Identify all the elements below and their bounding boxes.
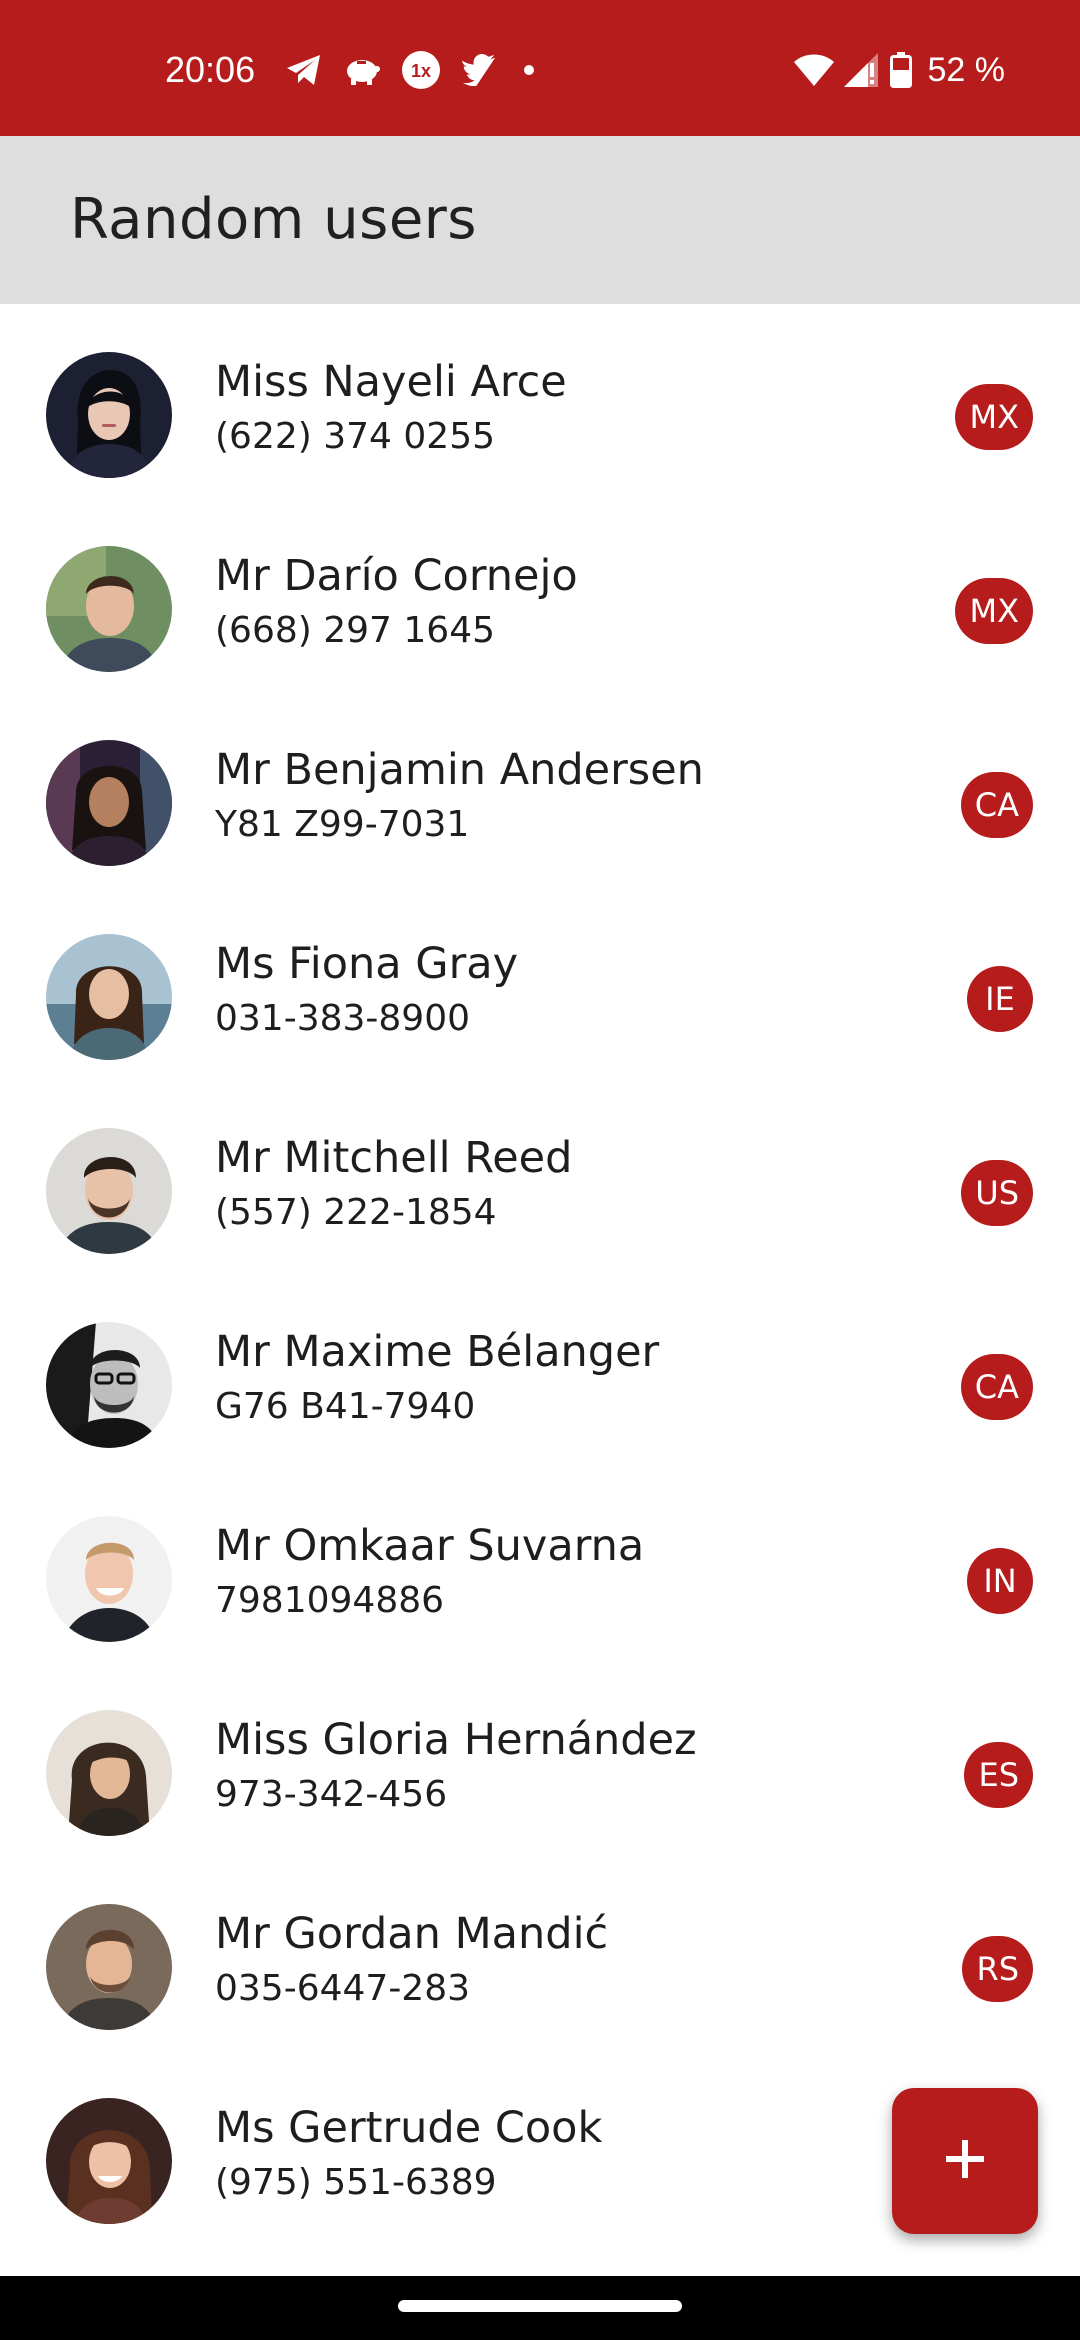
list-item[interactable]: Mr Maxime Bélanger G76 B41-7940 CA [0,1274,1080,1468]
country-badge: CA [960,1354,1033,1420]
avatar [46,1128,172,1254]
list-item[interactable]: Miss Gloria Hernández 973-342-456 ES [0,1662,1080,1856]
country-badge: RS [962,1936,1033,2002]
svg-text:1x: 1x [411,61,431,81]
user-name: Ms Fiona Gray [215,939,519,989]
user-phone: (622) 374 0255 [215,416,496,457]
page-title: Random users [70,187,477,252]
country-badge: US [961,1160,1033,1226]
list-item[interactable]: Mr Omkaar Suvarna 7981094886 IN [0,1468,1080,1662]
battery-icon [889,52,912,88]
user-name: Ms Gertrude Cook [215,2103,603,2153]
user-phone: 973-342-456 [215,1774,448,1815]
country-badge: ES [964,1742,1033,1808]
signal-icon [843,53,880,87]
country-badge: MX [955,384,1033,450]
home-gesture-handle[interactable] [398,2300,682,2312]
plus-icon [944,2138,986,2184]
user-list: Miss Nayeli Arce (622) 374 0255 MX Mr Da… [0,304,1080,2244]
notification-icons: 1x [285,48,539,92]
country-badge: IE [967,966,1033,1032]
1x-icon: 1x [401,50,441,90]
app-bar: Random users [0,136,1080,304]
list-item[interactable]: Mr Benjamin Andersen Y81 Z99-7031 CA [0,692,1080,886]
user-phone: 035-6447-283 [215,1968,471,2009]
user-phone: 031-383-8900 [215,998,471,1039]
navigation-bar [0,2276,1080,2340]
add-user-button[interactable] [892,2088,1038,2234]
avatar [46,1516,172,1642]
dot-icon [519,60,539,80]
user-phone: (975) 551-6389 [215,2162,497,2203]
user-name: Miss Gloria Hernández [215,1715,697,1765]
avatar [46,352,172,478]
twitter-icon [461,54,499,86]
user-name: Mr Benjamin Andersen [215,745,704,795]
list-item[interactable]: Ms Fiona Gray 031-383-8900 IE [0,886,1080,1080]
user-name: Mr Mitchell Reed [215,1133,573,1183]
avatar [46,2098,172,2224]
user-phone: (557) 222-1854 [215,1192,497,1233]
piggy-bank-icon [343,55,381,85]
status-bar: 20:06 1x 52 % [0,0,1080,136]
country-badge: CA [960,772,1033,838]
avatar [46,1322,172,1448]
telegram-icon [285,53,323,87]
country-badge: MX [955,578,1033,644]
list-item[interactable]: Miss Nayeli Arce (622) 374 0255 MX [0,304,1080,498]
user-name: Mr Maxime Bélanger [215,1327,660,1377]
system-icons: 52 % [793,48,1006,92]
battery-percentage: 52 % [927,51,1006,89]
country-badge: IN [967,1548,1033,1614]
user-phone: G76 B41-7940 [215,1386,476,1427]
avatar [46,1710,172,1836]
avatar [46,1904,172,2030]
avatar [46,546,172,672]
list-item[interactable]: Mr Mitchell Reed (557) 222-1854 US [0,1080,1080,1274]
user-phone: Y81 Z99-7031 [215,804,470,845]
avatar [46,740,172,866]
status-time: 20:06 [165,49,256,90]
user-phone: (668) 297 1645 [215,610,496,651]
list-item[interactable]: Mr Darío Cornejo (668) 297 1645 MX [0,498,1080,692]
wifi-icon [793,54,834,86]
avatar [46,934,172,1060]
user-name: Mr Omkaar Suvarna [215,1521,645,1571]
user-name: Mr Darío Cornejo [215,551,578,601]
list-item[interactable]: Mr Gordan Mandić 035-6447-283 RS [0,1856,1080,2050]
user-phone: 7981094886 [215,1580,445,1621]
user-name: Miss Nayeli Arce [215,357,567,407]
user-name: Mr Gordan Mandić [215,1909,609,1959]
